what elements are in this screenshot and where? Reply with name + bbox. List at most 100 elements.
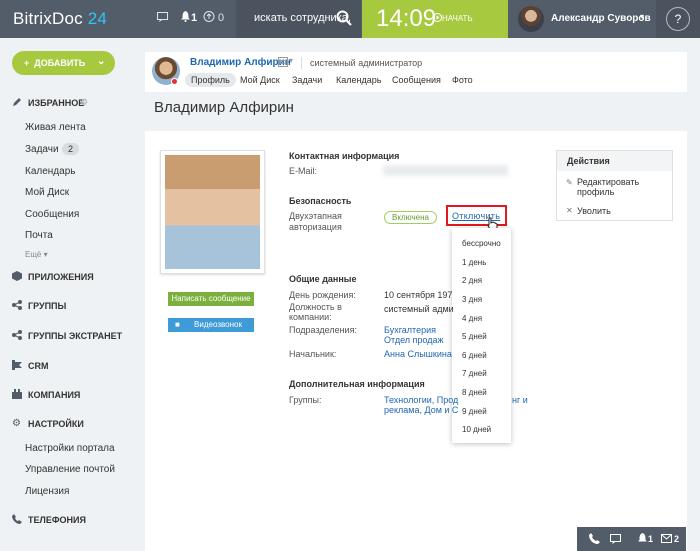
chevron-down-icon: ⌄ [97, 56, 106, 67]
duration-option[interactable]: 6 дней [462, 351, 487, 360]
sidebar-item-tasks[interactable]: Задачи [25, 144, 59, 155]
divider [301, 57, 302, 69]
department-link[interactable]: Бухгалтерия [384, 325, 436, 335]
sidebar-item-feed[interactable]: Живая лента [25, 122, 86, 133]
tab-profile[interactable]: Профиль [185, 73, 236, 87]
user-menu[interactable]: Александр Суворов ▾ [508, 0, 656, 38]
company-icon [12, 389, 22, 402]
manager-link[interactable]: Анна Слышкина [384, 349, 452, 359]
profile-photo[interactable] [160, 150, 265, 274]
help-button[interactable]: ? [666, 7, 690, 31]
more-label: Ещё [25, 250, 42, 259]
duration-option[interactable]: 9 дней [462, 407, 487, 416]
page-title: Владимир Алфирин [154, 99, 294, 116]
chat-icon[interactable] [610, 534, 621, 546]
section-settings[interactable]: НАСТРОЙКИ [28, 419, 84, 429]
play-icon[interactable] [433, 13, 442, 25]
section-telephony[interactable]: ТЕЛЕФОНИЯ [28, 515, 86, 525]
tab-photo[interactable]: Фото [452, 75, 473, 85]
profile-name[interactable]: Владимир Алфирин [190, 57, 291, 68]
extra-heading: Дополнительная информация [289, 379, 425, 389]
send-message-button[interactable]: Написать сообщение [168, 292, 254, 306]
start-day-button[interactable]: НАЧАТЬ [442, 14, 473, 23]
department-label: Подразделения: [289, 325, 357, 335]
duration-option[interactable]: 3 дня [462, 295, 482, 304]
section-apps[interactable]: ПРИЛОЖЕНИЯ [28, 272, 94, 282]
groups-label: Группы: [289, 395, 322, 405]
sidebar-item-calendar[interactable]: Календарь [25, 166, 75, 177]
tab-drive[interactable]: Мой Диск [240, 75, 280, 85]
duration-option[interactable]: 7 дней [462, 369, 487, 378]
section-favorites[interactable]: ИЗБРАННОЕ [28, 98, 84, 108]
user-name: Александр Суворов [551, 13, 651, 24]
actions-heading: Действия [557, 151, 672, 171]
gear-icon[interactable]: ⚙ [80, 97, 88, 108]
section-groups[interactable]: ГРУППЫ [28, 301, 66, 311]
bell-icon[interactable] [638, 533, 647, 546]
sidebar-item-messages[interactable]: Сообщения [25, 209, 79, 220]
chat-icon[interactable] [157, 12, 168, 25]
phone-icon [12, 514, 22, 527]
fire-employee-link[interactable]: Уволить [577, 206, 611, 216]
profile-role: системный администратор [310, 58, 423, 68]
twofa-label-line2: авторизация [289, 222, 342, 232]
duration-option[interactable]: 5 дней [462, 332, 487, 341]
workday-panel[interactable]: 14:09 НАЧАТЬ [362, 0, 508, 38]
tasks-badge: 2 [62, 143, 80, 155]
sidebar-item-mail-management[interactable]: Управление почтой [25, 464, 115, 475]
duration-option[interactable]: 2 дня [462, 276, 482, 285]
sidebar-item-license[interactable]: Лицензия [25, 486, 69, 497]
section-extranet[interactable]: ГРУППЫ ЭКСТРАНЕТ [28, 331, 122, 341]
duration-option[interactable]: 4 дня [462, 314, 482, 323]
groups-link-tail[interactable]: нг и [512, 395, 528, 405]
notification-count: 1 [648, 534, 654, 544]
twofa-status-badge: Включена [384, 211, 437, 224]
logo-number: 24 [87, 9, 108, 28]
department-link[interactable]: Отдел продаж [384, 335, 444, 345]
sidebar-item-portal-settings[interactable]: Настройки портала [25, 443, 115, 454]
tab-messages[interactable]: Сообщения [392, 75, 441, 85]
edit-profile-link[interactable]: Редактировать [577, 177, 639, 187]
bell-icon[interactable] [181, 11, 190, 25]
close-icon: ✕ [566, 206, 573, 215]
app-logo[interactable]: BitrixDoc 24 [13, 9, 107, 29]
contact-heading: Контактная информация [289, 151, 400, 161]
tab-tasks[interactable]: Задачи [292, 75, 322, 85]
duration-option[interactable]: 8 дней [462, 388, 487, 397]
upload-icon[interactable] [203, 11, 215, 25]
add-button[interactable]: + ДОБАВИТЬ ⌄ [12, 51, 115, 75]
section-company[interactable]: КОМПАНИЯ [28, 390, 80, 400]
groups-link[interactable]: реклама, Дом и С [384, 405, 458, 415]
tab-calendar[interactable]: Календарь [336, 75, 381, 85]
security-heading: Безопасность [289, 196, 352, 206]
actions-panel: Действия ✎ Редактировать профиль ✕ Уволи… [556, 150, 673, 221]
duration-option[interactable]: бессрочно [462, 239, 501, 248]
card-icon[interactable] [278, 57, 288, 70]
position-label: Должность в [289, 302, 342, 312]
search-icon[interactable] [336, 10, 352, 29]
sidebar-more[interactable]: Ещё ▾ [25, 250, 48, 259]
duration-option[interactable]: 1 день [462, 258, 486, 267]
chevron-down-icon[interactable]: ▾ [289, 56, 293, 65]
status-dot [171, 78, 178, 85]
mail-icon[interactable] [661, 534, 672, 545]
birthday-label: День рождения: [289, 290, 356, 300]
duration-option[interactable]: 10 дней [462, 425, 491, 434]
edit-profile-link-line2[interactable]: профиль [577, 187, 614, 197]
section-crm[interactable]: CRM [28, 361, 49, 371]
sidebar-item-mail[interactable]: Почта [25, 230, 53, 241]
phone-icon[interactable] [589, 533, 600, 546]
logo-text: BitrixDoc [13, 9, 83, 28]
notification-count: 1 [191, 12, 198, 24]
share-icon [12, 330, 22, 343]
email-label: E-Mail: [289, 166, 318, 176]
user-avatar [518, 6, 544, 32]
profile-header-card: Владимир Алфирин ▾ системный администрат… [145, 52, 687, 92]
plus-icon: + [24, 58, 30, 68]
video-call-button[interactable]: ■ Видеозвонок [168, 318, 254, 332]
camera-icon: ■ [175, 320, 180, 329]
mail-count: 2 [674, 534, 680, 544]
groups-link[interactable]: Технологии, Прод [384, 395, 458, 405]
sidebar-item-drive[interactable]: Мой Диск [25, 187, 69, 198]
video-call-label: Видеозвонок [194, 320, 242, 329]
